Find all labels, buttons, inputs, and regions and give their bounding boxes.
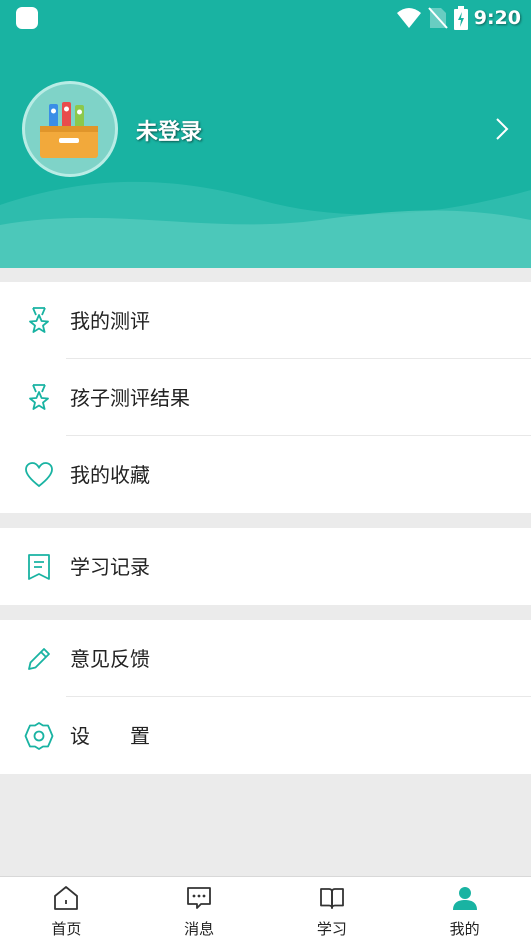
battery-charging-icon (453, 6, 468, 30)
person-icon (452, 887, 477, 910)
tab-home[interactable]: 首页 (0, 877, 133, 944)
menu-group-misc: 意见反馈 设 置 (0, 620, 531, 774)
avatar[interactable] (22, 81, 118, 177)
app-notification-icon (16, 7, 38, 29)
tab-mine[interactable]: 我的 (398, 877, 531, 944)
username[interactable]: 未登录 (136, 114, 202, 146)
menu-label: 设 置 (70, 724, 150, 748)
medal-icon (29, 384, 49, 410)
menu-item-my-evaluation[interactable]: 我的测评 (0, 282, 531, 359)
menu-label: 孩子测评结果 (70, 386, 190, 410)
folder-box-icon (40, 102, 98, 158)
gear-icon (24, 722, 54, 750)
profile-header: 9:20 未登录 (0, 0, 531, 268)
status-bar: 9:20 (0, 0, 531, 36)
menu-item-feedback[interactable]: 意见反馈 (0, 620, 531, 697)
book-icon (319, 888, 344, 909)
message-icon (187, 887, 212, 909)
menu-label: 我的收藏 (70, 463, 150, 487)
medal-icon (29, 307, 49, 333)
tab-messages[interactable]: 消息 (133, 877, 266, 944)
home-icon (54, 886, 79, 910)
tab-label: 首页 (51, 920, 82, 938)
status-time: 9:20 (473, 7, 521, 29)
tab-label: 我的 (449, 920, 480, 938)
menu-item-favorites[interactable]: 我的收藏 (0, 436, 531, 513)
menu-label: 我的测评 (70, 309, 150, 333)
menu-group-evaluations: 我的测评 孩子测评结果 我的收藏 (0, 282, 531, 513)
no-sim-icon (427, 7, 448, 29)
menu-label: 学习记录 (70, 555, 150, 579)
menu-group-study: 学习记录 (0, 528, 531, 605)
pencil-icon (28, 648, 50, 670)
tab-study[interactable]: 学习 (266, 877, 399, 944)
menu-item-child-results[interactable]: 孩子测评结果 (0, 359, 531, 436)
menu-label: 意见反馈 (70, 647, 150, 671)
heart-icon (25, 462, 53, 488)
wifi-icon (396, 8, 421, 28)
tab-label: 学习 (316, 920, 347, 938)
bookmark-record-icon (28, 554, 50, 580)
bottom-tab-bar: 首页 消息 学习 我的 (0, 876, 531, 944)
chevron-right-icon[interactable] (494, 117, 510, 141)
menu-item-study-records[interactable]: 学习记录 (0, 528, 531, 605)
menu-item-settings[interactable]: 设 置 (0, 697, 531, 774)
tab-label: 消息 (184, 920, 215, 938)
